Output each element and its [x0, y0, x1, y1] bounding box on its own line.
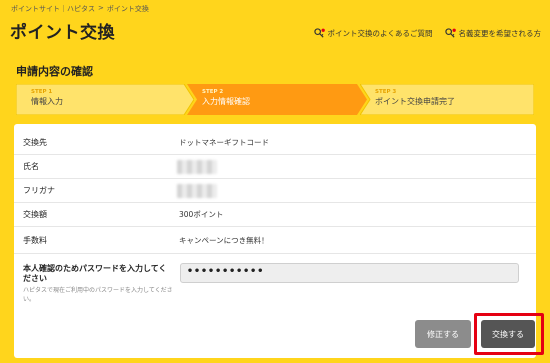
form-row-destination: 交換先 ドットマネーギフトコード [14, 131, 536, 155]
key-question-icon [313, 28, 325, 38]
name-label: 氏名 [23, 162, 39, 171]
fee-label: 手数料 [23, 235, 47, 245]
amount-value: 300ポイント [179, 210, 224, 219]
form-row-fee: 手数料 キャンペーンにつき無料！ [14, 227, 536, 254]
form-row-furigana: フリガナ [14, 179, 536, 203]
furigana-label: フリガナ [23, 186, 55, 195]
progress-steps: STEP 1 情報入力 STEP 2 入力情報確認 STEP 3 ポイント交換申… [16, 84, 534, 115]
name-value-redacted [177, 159, 217, 174]
step-1: STEP 1 情報入力 [16, 84, 194, 115]
name-change-link[interactable]: 名義変更を希望される方 [444, 28, 542, 39]
password-input[interactable]: ••••••••••• [180, 263, 519, 283]
edit-button[interactable]: 修正する [415, 320, 471, 348]
step-3-number: STEP 3 [375, 89, 397, 95]
faq-link[interactable]: ポイント交換のよくあるご質問 [313, 28, 433, 39]
destination-value: ドットマネーギフトコード [179, 138, 269, 147]
breadcrumb-home-link[interactable]: ポイントサイト｜ハピタス [11, 4, 95, 14]
step-2: STEP 2 入力情報確認 [187, 84, 367, 115]
furigana-value-redacted [177, 183, 217, 198]
form-row-amount: 交換額 300ポイント [14, 203, 536, 227]
step-3: STEP 3 ポイント交換申請完了 [360, 84, 534, 115]
step-1-label: 情報入力 [31, 97, 63, 106]
password-hint: ハピタスで現在ご利用中のパスワードを入力してください。 [23, 287, 173, 303]
destination-label: 交換先 [23, 138, 47, 147]
step-2-label: 入力情報確認 [202, 97, 250, 106]
exchange-button[interactable]: 交換する [481, 320, 535, 348]
step-2-number: STEP 2 [202, 89, 224, 95]
amount-label: 交換額 [23, 210, 47, 219]
faq-link-label: ポイント交換のよくあるご質問 [327, 29, 433, 38]
step-3-label: ポイント交換申請完了 [375, 97, 455, 106]
password-label: 本人確認のためパスワードを入力してください [23, 264, 167, 283]
breadcrumb-current: ポイント交換 [106, 5, 149, 13]
help-links: ポイント交換のよくあるご質問 名義変更を希望される方 [313, 28, 542, 39]
key-question-icon [444, 28, 456, 38]
name-change-link-label: 名義変更を希望される方 [458, 29, 542, 38]
step-1-number: STEP 1 [31, 89, 53, 95]
form-row-name: 氏名 [14, 155, 536, 179]
breadcrumb: ポイントサイト｜ハピタス > ポイント交換 [11, 4, 149, 14]
section-title: 申請内容の確認 [16, 65, 93, 78]
page-title: ポイント交換 [10, 23, 115, 43]
fee-value: キャンペーンにつき無料！ [179, 235, 269, 245]
breadcrumb-separator: > [98, 4, 104, 12]
